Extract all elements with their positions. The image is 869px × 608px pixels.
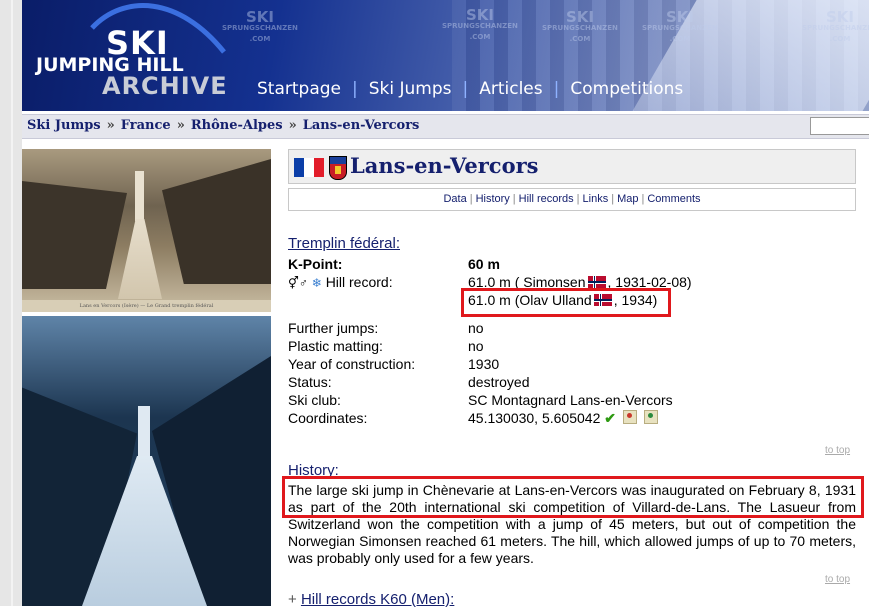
watermark: SKISPRUNGSCHANZEN.COM	[542, 8, 618, 44]
photo-trees	[22, 181, 127, 289]
photo-jump-tower	[138, 406, 150, 461]
tab-separator: |	[469, 193, 473, 205]
photo-jump-tower	[135, 171, 144, 221]
ski-club-value: SC Montagnard Lans-en-Vercors	[468, 392, 673, 408]
photo-trees	[162, 159, 271, 284]
kpoint-label: K-Point:	[288, 256, 343, 272]
site-header: SKI SPRUNGSCHANZEN .COM SKI SPRUNGSCHANZEN.…	[22, 0, 869, 111]
detail-label: Year of construction:	[288, 356, 416, 372]
breadcrumb-separator: »	[106, 118, 115, 133]
logo-archive-text[interactable]: ARCHIVE	[102, 72, 228, 100]
detail-value: no	[468, 320, 484, 336]
hill-name-heading[interactable]: Tremplin fédéral:	[288, 235, 400, 252]
hill-record-label: Hill record:	[325, 274, 393, 290]
highlight-box	[282, 476, 864, 518]
tab-data[interactable]: Data	[443, 193, 466, 205]
checkmark-icon: ✔	[604, 410, 616, 426]
left-page-strip	[0, 0, 22, 606]
tab-comments[interactable]: Comments	[647, 193, 700, 205]
main-navigation: Startpage | Ski Jumps | Articles | Compe…	[257, 79, 683, 99]
tab-history[interactable]: History	[476, 193, 510, 205]
tab-hill-records[interactable]: Hill records	[519, 193, 574, 205]
to-top-link[interactable]: to top	[825, 574, 850, 585]
map-icon[interactable]	[622, 410, 637, 424]
historic-photo-blue[interactable]	[22, 316, 271, 606]
nav-competitions[interactable]: Competitions	[570, 79, 683, 99]
search-input[interactable]	[810, 117, 869, 135]
tab-separator: |	[641, 193, 645, 205]
nav-startpage[interactable]: Startpage	[257, 79, 341, 99]
page-title: Lans-en-Vercors	[350, 153, 539, 178]
detail-value: no	[468, 338, 484, 354]
tab-separator: |	[512, 193, 516, 205]
france-flag-icon	[294, 158, 324, 177]
norway-flag-icon	[587, 276, 606, 288]
breadcrumb-rhone-alpes[interactable]: Rhône-Alpes	[191, 118, 283, 133]
breadcrumb-lans-en-vercors[interactable]: Lans-en-Vercors	[303, 118, 420, 133]
detail-value: 1930	[468, 356, 500, 372]
expand-icon[interactable]: +	[288, 591, 297, 608]
detail-label: Status:	[288, 374, 332, 390]
breadcrumb-separator: »	[176, 118, 185, 133]
breadcrumb-france[interactable]: France	[121, 118, 171, 133]
detail-label: Further jumps:	[288, 320, 379, 336]
watermark: SKISPRUNGSCHANZEN.COM	[802, 8, 869, 44]
historic-photo-sepia[interactable]: Lans en Vercors (Isère) — Le Grand tremp…	[22, 149, 271, 312]
watermark: SKISPRUNGSCHANZEN.COM	[642, 8, 718, 44]
detail-label: Plastic matting:	[288, 338, 383, 354]
breadcrumb-separator: »	[288, 118, 297, 133]
hill-records-section[interactable]: + Hill records K60 (Men):	[288, 591, 454, 608]
photo-caption: Lans en Vercors (Isère) — Le Grand tremp…	[22, 300, 271, 312]
detail-value: destroyed	[468, 374, 530, 390]
tab-map[interactable]: Map	[617, 193, 638, 205]
nav-separator: |	[553, 79, 560, 99]
gender-male-female-icon: ⚥♂	[288, 276, 308, 290]
detail-label: Ski club:	[288, 392, 341, 408]
kpoint-value: 60 m	[468, 256, 500, 272]
section-tabs: Data | History | Hill records | Links | Map | Comm…	[288, 188, 856, 211]
tab-separator: |	[611, 193, 615, 205]
photo-jump-ramp	[118, 219, 162, 299]
snowflake-icon: ❄	[311, 276, 322, 290]
nav-ski-jumps[interactable]: Ski Jumps	[369, 79, 452, 99]
breadcrumb: Ski Jumps » France » Rhône-Alpes » Lans-en-Ver…	[22, 114, 869, 139]
tab-separator: |	[576, 193, 580, 205]
highlight-box	[461, 288, 671, 317]
coordinates-row: 45.130030, 5.605042 ✔	[468, 410, 658, 427]
tab-links[interactable]: Links	[583, 193, 609, 205]
region-crest-icon	[329, 156, 347, 180]
google-earth-icon[interactable]	[643, 410, 658, 424]
nav-separator: |	[352, 79, 358, 99]
to-top-link[interactable]: to top	[825, 445, 850, 456]
nav-separator: |	[462, 79, 469, 99]
detail-label: Coordinates:	[288, 410, 368, 426]
nav-articles[interactable]: Articles	[479, 79, 542, 99]
coordinates-value: 45.130030, 5.605042	[468, 410, 601, 426]
breadcrumb-ski-jumps[interactable]: Ski Jumps	[27, 118, 101, 133]
hill-records-heading[interactable]: Hill records K60 (Men):	[301, 591, 454, 608]
watermark: SKISPRUNGSCHANZEN.COM	[442, 6, 518, 42]
hill-record-row: ⚥♂ ❄ Hill record:	[288, 274, 393, 290]
page-title-box: Lans-en-Vercors	[288, 149, 856, 184]
